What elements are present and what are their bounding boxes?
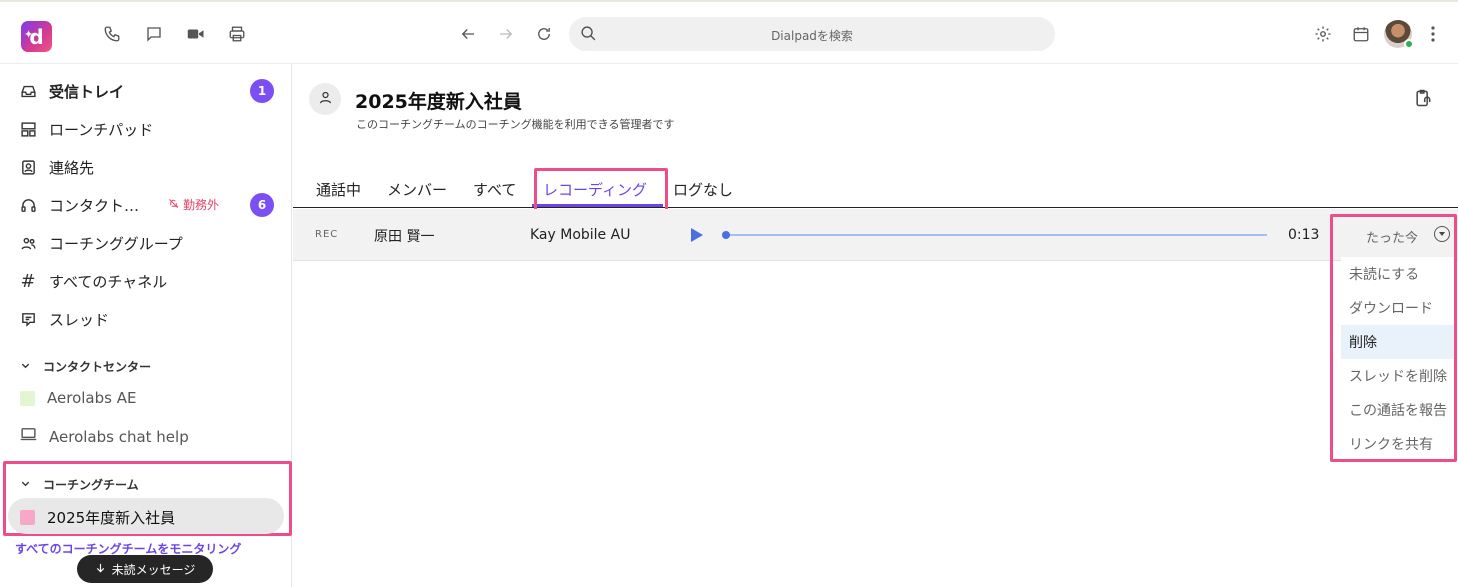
gear-icon[interactable]: [1311, 22, 1335, 46]
chevron-down-icon: [20, 360, 31, 374]
sidebar-item-launchpad[interactable]: ローンチパッド: [18, 116, 153, 142]
tab-members[interactable]: メンバー: [387, 179, 447, 200]
tab-no-log[interactable]: ログなし: [673, 179, 733, 200]
sidebar-item-label: すべてのチャネル: [49, 272, 168, 291]
contact-center-section-header[interactable]: コンタクトセンター: [20, 358, 151, 375]
person-icon: [318, 90, 333, 109]
more-vertical-icon[interactable]: [1421, 22, 1445, 46]
calendar-icon[interactable]: [1349, 22, 1373, 46]
playback-track[interactable]: [725, 234, 1267, 236]
recording-duration: 0:13: [1288, 227, 1320, 243]
section-title: コーチングチーム: [43, 478, 139, 492]
sidebar-item-coaching-team-2025[interactable]: 2025年度新入社員: [20, 507, 175, 528]
phone-icon[interactable]: [100, 22, 124, 46]
coaching-team-section-header[interactable]: コーチングチーム: [20, 476, 139, 493]
sparkle-icon: ✦: [24, 28, 34, 41]
page-title: 2025年度新入社員: [355, 91, 522, 113]
sidebar-item-label: Aerolabs chat help: [49, 427, 189, 446]
group-icon: [18, 235, 38, 252]
clipboard-headset-icon[interactable]: [1413, 88, 1433, 112]
video-icon[interactable]: [184, 22, 208, 46]
sidebar-item-threads[interactable]: スレッド: [18, 306, 109, 332]
highlight-box-menu: [1330, 214, 1457, 462]
contacts-icon: [18, 159, 38, 176]
tab-active-calls[interactable]: 通話中: [316, 179, 361, 200]
user-avatar[interactable]: [1384, 20, 1414, 49]
color-swatch: [20, 510, 35, 525]
sidebar-item-label: 連絡先: [49, 158, 95, 177]
inbox-icon: [18, 83, 38, 100]
sidebar-item-label: 2025年度新入社員: [47, 509, 176, 527]
out-of-shift-status: 勤務外: [168, 196, 219, 213]
reload-icon[interactable]: [532, 22, 556, 46]
thread-icon: [18, 311, 38, 328]
page-subtitle: このコーチングチームのコーチング機能を利用できる管理者です: [356, 118, 675, 131]
chevron-down-icon: [20, 478, 31, 492]
caller-name: 原田 賢一: [374, 229, 435, 245]
playback-knob[interactable]: [722, 231, 730, 239]
top-bar: ✦ d Dialpadを検索: [0, 0, 1458, 64]
unread-messages-label: 未読メッセージ: [111, 562, 196, 577]
play-icon[interactable]: [691, 228, 703, 242]
rec-tag: REC: [315, 229, 339, 240]
sidebar-item-aerolabs-chat-help[interactable]: Aerolabs chat help: [20, 427, 189, 446]
dialpad-logo[interactable]: ✦ d: [21, 21, 52, 52]
message-icon[interactable]: [142, 22, 166, 46]
recording-row[interactable]: REC 原田 賢一 Kay Mobile AU 0:13 たった今: [293, 209, 1458, 261]
sidebar-item-label: コーチンググループ: [49, 234, 183, 253]
sidebar-item-all-channels[interactable]: # すべてのチャネル: [18, 268, 167, 294]
color-swatch: [20, 390, 35, 406]
forward-arrow-icon[interactable]: [494, 22, 518, 46]
sidebar-item-inbox[interactable]: 受信トレイ: [18, 78, 124, 104]
search-placeholder: Dialpadを検索: [771, 29, 853, 43]
section-title: コンタクトセンター: [43, 360, 152, 374]
printer-icon[interactable]: [225, 22, 249, 46]
sidebar-item-label: ローンチパッド: [49, 120, 154, 139]
hash-icon: #: [20, 270, 36, 292]
contact-center-count-badge: 6: [250, 193, 274, 217]
team-avatar: [309, 83, 341, 115]
sidebar-item-aerolabs-ae[interactable]: Aerolabs AE: [20, 389, 136, 407]
bell-off-icon: [168, 198, 179, 212]
inbox-count-badge: 1: [250, 79, 274, 103]
monitor-icon: [20, 427, 37, 446]
tab-all[interactable]: すべて: [473, 179, 516, 200]
search-bar[interactable]: Dialpadを検索: [569, 17, 1055, 51]
unread-messages-button[interactable]: 未読メッセージ: [77, 555, 213, 583]
sidebar-item-contacts[interactable]: 連絡先: [18, 154, 94, 180]
highlight-box-recordings-tab: [534, 168, 668, 214]
sidebar: 受信トレイ 1 ローンチパッド 連絡先 コンタクト… 勤務外 6 コーチンググル…: [0, 64, 292, 587]
sidebar-item-label: コンタクト…: [49, 196, 140, 215]
sidebar-item-label: スレッド: [49, 310, 110, 329]
tab-bar: 通話中 メンバー すべて レコーディング ログなし: [293, 174, 1458, 208]
back-arrow-icon[interactable]: [456, 22, 480, 46]
status-label: 勤務外: [183, 198, 220, 212]
sidebar-item-coaching-groups[interactable]: コーチンググループ: [18, 230, 183, 256]
launchpad-icon: [18, 121, 38, 138]
sidebar-item-contact-center[interactable]: コンタクト…: [18, 192, 139, 218]
sidebar-item-label: Aerolabs AE: [47, 389, 137, 407]
headset-icon: [18, 197, 38, 214]
sidebar-item-label: 受信トレイ: [49, 82, 125, 101]
online-status-dot: [1404, 39, 1414, 49]
arrow-down-icon: [95, 562, 106, 577]
main-content: 2025年度新入社員 このコーチングチームのコーチング機能を利用できる管理者です…: [293, 64, 1458, 587]
line-name: Kay Mobile AU: [530, 227, 631, 243]
